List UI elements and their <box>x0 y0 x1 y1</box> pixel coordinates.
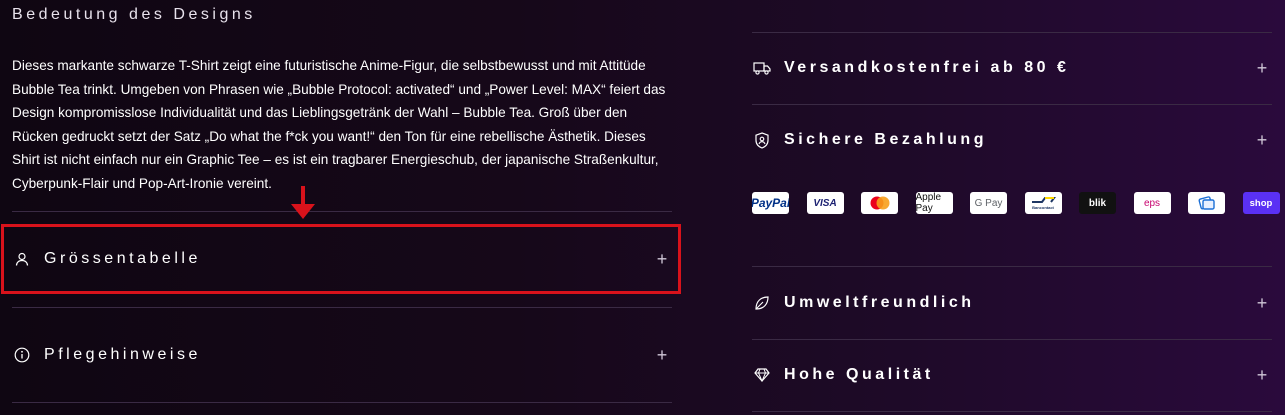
size-chart-accordion[interactable]: Grössentabelle + <box>12 248 672 270</box>
person-icon <box>12 249 32 269</box>
shop-pay-icon: shop <box>1242 192 1280 214</box>
divider <box>752 411 1272 412</box>
divider <box>752 266 1272 267</box>
expand-icon[interactable]: + <box>652 249 672 270</box>
secure-payment-accordion[interactable]: Sichere Bezahlung + <box>752 129 1272 151</box>
shield-icon <box>752 130 772 150</box>
care-instructions-accordion[interactable]: Pflegehinweise + <box>12 344 672 366</box>
design-description: Dieses markante schwarze T-Shirt zeigt e… <box>12 58 666 191</box>
arrow-down-icon <box>291 186 315 219</box>
care-instructions-label: Pflegehinweise <box>44 346 201 363</box>
high-quality-accordion[interactable]: Hohe Qualität + <box>752 364 1272 386</box>
divider <box>752 339 1272 340</box>
size-chart-label: Grössentabelle <box>44 250 201 267</box>
expand-icon[interactable]: + <box>652 345 672 366</box>
apple-pay-icon: Apple Pay <box>915 192 953 214</box>
divider <box>12 402 672 403</box>
blik-icon: blik <box>1079 192 1116 214</box>
eco-friendly-accordion[interactable]: Umweltfreundlich + <box>752 292 1272 314</box>
wallet-icon <box>1188 192 1225 214</box>
paypal-icon: PayPal <box>752 192 789 214</box>
diamond-icon <box>752 365 772 385</box>
divider <box>12 307 672 308</box>
visa-icon: VISA <box>806 192 844 214</box>
expand-icon[interactable]: + <box>1252 293 1272 314</box>
expand-icon[interactable]: + <box>1252 58 1272 79</box>
expand-icon[interactable]: + <box>1252 130 1272 151</box>
design-meaning-heading: Bedeutung des Designs <box>12 6 256 23</box>
secure-payment-label: Sichere Bezahlung <box>784 131 987 148</box>
divider <box>12 211 672 212</box>
truck-icon <box>752 58 772 78</box>
divider <box>752 32 1272 33</box>
free-shipping-accordion[interactable]: Versandkostenfrei ab 80 € + <box>752 57 1272 79</box>
mastercard-icon <box>861 192 898 214</box>
eps-icon: eps <box>1133 192 1171 214</box>
high-quality-label: Hohe Qualität <box>784 366 934 383</box>
expand-icon[interactable]: + <box>1252 365 1272 386</box>
free-shipping-label: Versandkostenfrei ab 80 € <box>784 59 1070 76</box>
leaf-icon <box>752 293 772 313</box>
payment-methods: PayPal VISA Apple Pay G Pay Bancontact b… <box>752 192 1280 214</box>
info-icon <box>12 345 32 365</box>
google-pay-icon: G Pay <box>970 192 1007 214</box>
eco-friendly-label: Umweltfreundlich <box>784 294 975 311</box>
bancontact-icon: Bancontact <box>1024 192 1062 214</box>
divider <box>752 104 1272 105</box>
